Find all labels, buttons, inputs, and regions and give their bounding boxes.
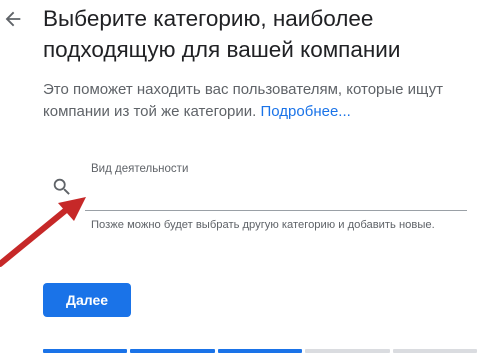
category-hint: Позже можно будет выбрать другую категор… — [91, 219, 435, 231]
description-text: Это поможет находить вас пользователям, … — [43, 81, 443, 120]
annotation-arrow-icon — [0, 197, 86, 267]
arrow-back-icon[interactable] — [2, 8, 24, 30]
progress-segment — [305, 349, 390, 353]
page-title: Выберите категорию, наиболее подходящую … — [43, 6, 401, 62]
category-field-underline — [85, 210, 467, 211]
progress-segment — [217, 349, 303, 353]
progress-segment — [43, 349, 128, 353]
category-input[interactable] — [85, 178, 467, 206]
progress-segment — [130, 349, 215, 353]
next-button[interactable]: Далее — [43, 283, 131, 317]
progress-segment — [392, 349, 477, 353]
learn-more-link[interactable]: Подробнее... — [261, 103, 351, 120]
step-progress-bar — [43, 349, 477, 357]
category-field-label: Вид деятельности — [91, 163, 189, 175]
page-description: Это поможет находить вас пользователям, … — [43, 79, 468, 123]
